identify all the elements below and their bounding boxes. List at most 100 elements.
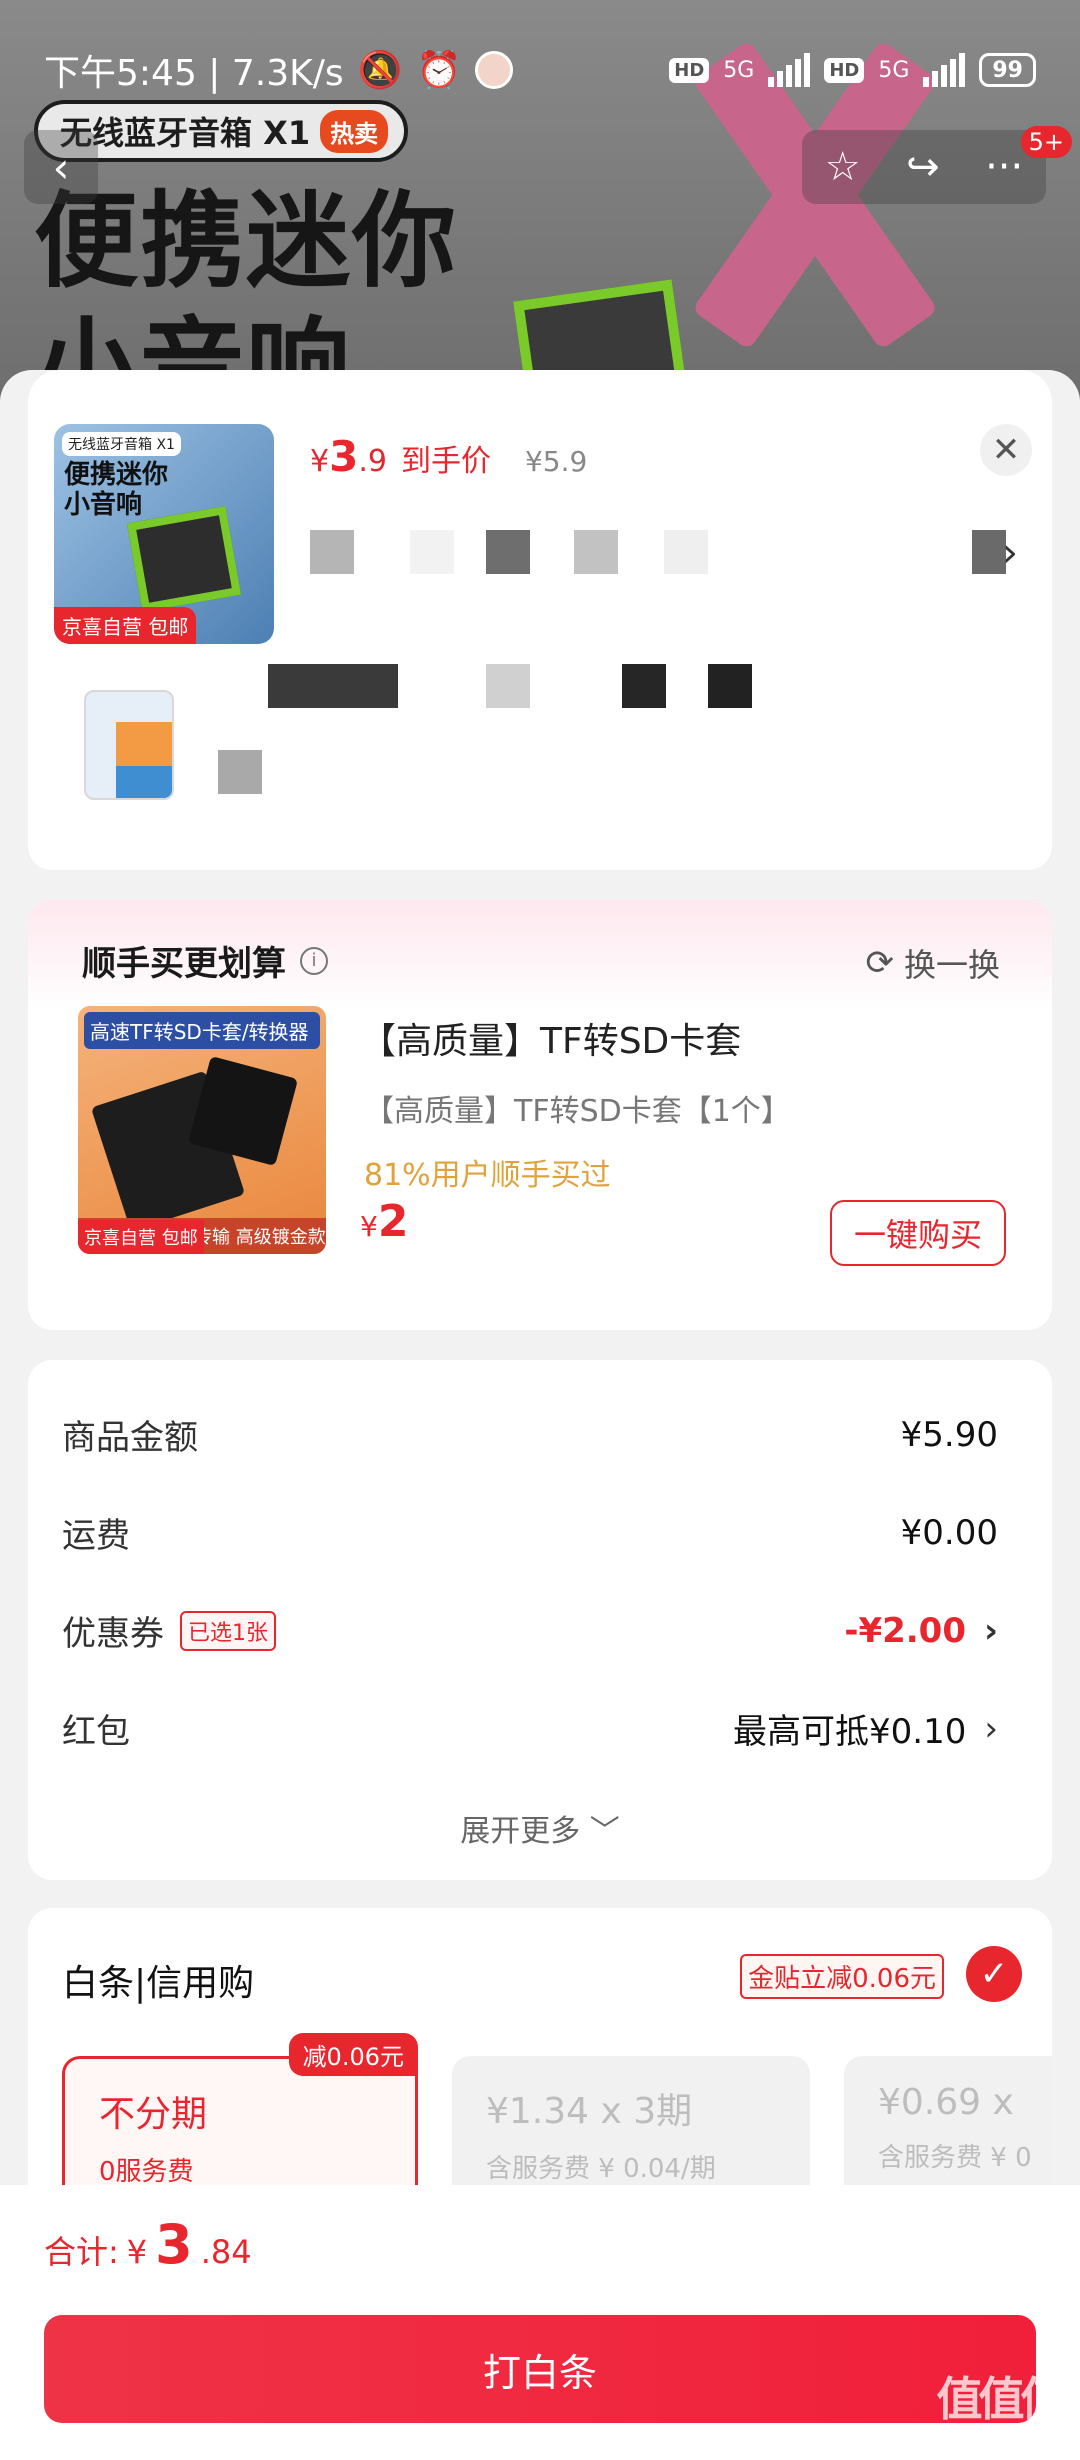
- hd-icon: HD: [669, 57, 710, 83]
- coupon-selected-badge: 已选1张: [180, 1610, 276, 1651]
- spec-option-blurred[interactable]: [972, 530, 1006, 574]
- plan-fee: 含服务费 ¥ 0.04/期: [486, 2154, 716, 2184]
- speaker-cube-graphic: [126, 506, 242, 612]
- checkout-sheet: 无线蓝牙音箱 X1 便携迷你小音响 京喜自营 包邮 ¥3.9 到手价 ¥5.9 …: [0, 370, 1080, 2460]
- addon-title: 顺手买更划算 i: [82, 936, 328, 985]
- info-icon[interactable]: i: [300, 946, 328, 975]
- expand-more-button[interactable]: 展开更多 ﹀: [28, 1806, 1052, 1850]
- variant-thumbnail[interactable]: [84, 690, 174, 800]
- variant-name-blurred: [268, 664, 398, 708]
- coupon-label: 优惠券: [62, 1614, 164, 1654]
- top-actions: ☆ ↪ ···: [802, 130, 1046, 204]
- plan-name: 不分期: [99, 2094, 208, 2135]
- back-icon: ‹: [52, 142, 70, 192]
- thumb-title: 便携迷你小音响: [64, 460, 169, 520]
- product-thumbnail[interactable]: 无线蓝牙音箱 X1 便携迷你小音响 京喜自营 包邮: [54, 424, 274, 644]
- watermark-url: zhizhizhi.com: [930, 2429, 1068, 2450]
- signal-icon: [923, 53, 966, 87]
- signal-icon: [768, 53, 811, 87]
- goods-amount-value: ¥5.90: [900, 1414, 998, 1455]
- variant-swatch-blue: [116, 766, 172, 798]
- variant-name-blurred: [708, 664, 752, 708]
- variant-swatch-orange: [116, 722, 172, 766]
- installment-plan-none[interactable]: 减0.06元 不分期 0服务费: [62, 2033, 418, 2206]
- close-icon: ✕: [991, 430, 1021, 470]
- order-summary-card: 商品金额 ¥5.90 运费 ¥0.00 优惠券 已选1张 -¥2.00 › 红包…: [28, 1360, 1052, 1880]
- goods-amount-label: 商品金额: [62, 1418, 198, 1458]
- variant-name-blurred: [622, 664, 666, 708]
- spec-option-blurred[interactable]: [310, 530, 354, 574]
- chevron-right-icon[interactable]: ›: [1002, 530, 1018, 576]
- one-click-buy-button[interactable]: 一键购买: [830, 1200, 1006, 1266]
- coupon-value-group: -¥2.00 ›: [844, 1611, 998, 1651]
- refresh-icon: ⟳: [865, 943, 894, 983]
- plan-discount-badge: 减0.06元: [288, 2033, 418, 2076]
- original-price: ¥5.9: [524, 445, 588, 478]
- total-symbol: ¥: [126, 2233, 148, 2271]
- freight-value: ¥0.00: [900, 1512, 998, 1553]
- coupon-label-group: 优惠券 已选1张: [62, 1606, 276, 1655]
- status-bar: 下午5:45 | 7.3K/s 🔕 ⏰ HD 5G HD 5G 99: [0, 0, 1080, 140]
- total-amount: 合计: ¥3.84: [44, 2213, 252, 2276]
- watermark-logo: 值值值: [936, 2372, 1066, 2426]
- addon-card: 顺手买更划算 i ⟳ 换一换 高速TF转SD卡套/转换器 稳定传输 高级镀金款 …: [28, 900, 1052, 1330]
- addon-spec: 【高质量】TF转SD卡套【1个】: [364, 1094, 791, 1129]
- addon-title-text: 顺手买更划算: [82, 944, 286, 984]
- spec-option-blurred[interactable]: [410, 530, 454, 574]
- plan-name: ¥0.69 x: [878, 2082, 1014, 2123]
- chevron-right-icon: ›: [984, 1708, 998, 1749]
- total-label: 合计:: [44, 2233, 119, 2271]
- battery-icon: 99: [979, 53, 1036, 87]
- thumb-banner: 无线蓝牙音箱 X1: [62, 432, 181, 456]
- price-label: 到手价: [400, 444, 491, 479]
- payment-method-title: 白条|信用购: [62, 1963, 255, 2004]
- total-dec: .84: [200, 2233, 252, 2271]
- spec-option-blurred[interactable]: [486, 530, 530, 574]
- addon-name[interactable]: 【高质量】TF转SD卡套: [360, 1012, 741, 1064]
- payment-method-card: 白条|信用购 金贴立减0.06元 ✓ 减0.06元 不分期 0服务费 ¥1.34…: [28, 1908, 1052, 2208]
- watermark: 值值值 zhizhizhi.com: [931, 2363, 1068, 2450]
- plan-fee: 0服务费: [99, 2157, 194, 2187]
- redpacket-row[interactable]: 红包 最高可抵¥0.10 ›: [62, 1704, 998, 1753]
- more-icon[interactable]: ···: [985, 144, 1023, 190]
- spec-option-blurred[interactable]: [574, 530, 618, 574]
- swap-label: 换一换: [903, 946, 1000, 984]
- payment-selected-check[interactable]: ✓: [966, 1946, 1022, 2002]
- installment-plan-6[interactable]: ¥0.69 x 含服务费 ¥ 0: [844, 2056, 1052, 2206]
- variant-name-blurred: [486, 664, 530, 708]
- plan-fee: 含服务费 ¥ 0: [878, 2143, 1032, 2173]
- addon-image-tag: 京喜自营 包邮: [78, 1220, 204, 1254]
- coupon-row[interactable]: 优惠券 已选1张 -¥2.00 ›: [62, 1606, 998, 1655]
- spec-option-blurred[interactable]: [664, 530, 708, 574]
- favorite-star-icon[interactable]: ☆: [825, 144, 861, 190]
- status-time: 下午5:45 | 7.3K/s: [44, 53, 344, 94]
- product-card: 无线蓝牙音箱 X1 便携迷你小音响 京喜自营 包邮 ¥3.9 到手价 ¥5.9 …: [28, 370, 1052, 870]
- network-label-2: 5G: [878, 57, 910, 83]
- variant-name-blurred: [218, 750, 262, 794]
- avatar: [475, 51, 514, 89]
- total-int: 3: [155, 2213, 193, 2276]
- goods-amount-row: 商品金额 ¥5.90: [62, 1410, 998, 1459]
- addon-product-image[interactable]: 高速TF转SD卡套/转换器 稳定传输 高级镀金款 京喜自营 包邮: [78, 1006, 326, 1254]
- swap-button[interactable]: ⟳ 换一换: [865, 940, 1000, 986]
- message-count-badge: 5+: [1020, 126, 1072, 158]
- payment-discount-badge: 金贴立减0.06元: [740, 1954, 944, 1999]
- price-dec: .9: [358, 444, 387, 479]
- price-final: ¥3.9: [310, 432, 387, 481]
- share-icon[interactable]: ↪: [906, 144, 940, 190]
- mute-icon: 🔕: [357, 50, 403, 91]
- close-button[interactable]: ✕: [980, 424, 1032, 476]
- submit-baitiao-button[interactable]: 打白条: [44, 2315, 1036, 2423]
- network-label-1: 5G: [723, 57, 755, 83]
- redpacket-label: 红包: [62, 1712, 130, 1752]
- thumb-tag: 京喜自营 包邮: [54, 607, 197, 644]
- freight-row: 运费 ¥0.00: [62, 1508, 998, 1557]
- back-button[interactable]: ‹: [24, 130, 98, 204]
- banner-title-line1: 便携迷你: [34, 180, 459, 302]
- plan-name: ¥1.34 x 3期: [486, 2091, 693, 2132]
- redpacket-value-group: 最高可抵¥0.10 ›: [733, 1704, 998, 1753]
- addon-image-header: 高速TF转SD卡套/转换器: [84, 1012, 320, 1049]
- addon-stat: 81%用户顺手买过: [364, 1158, 611, 1193]
- addon-price-value: 2: [377, 1196, 409, 1247]
- installment-plan-3[interactable]: ¥1.34 x 3期 含服务费 ¥ 0.04/期: [452, 2056, 810, 2206]
